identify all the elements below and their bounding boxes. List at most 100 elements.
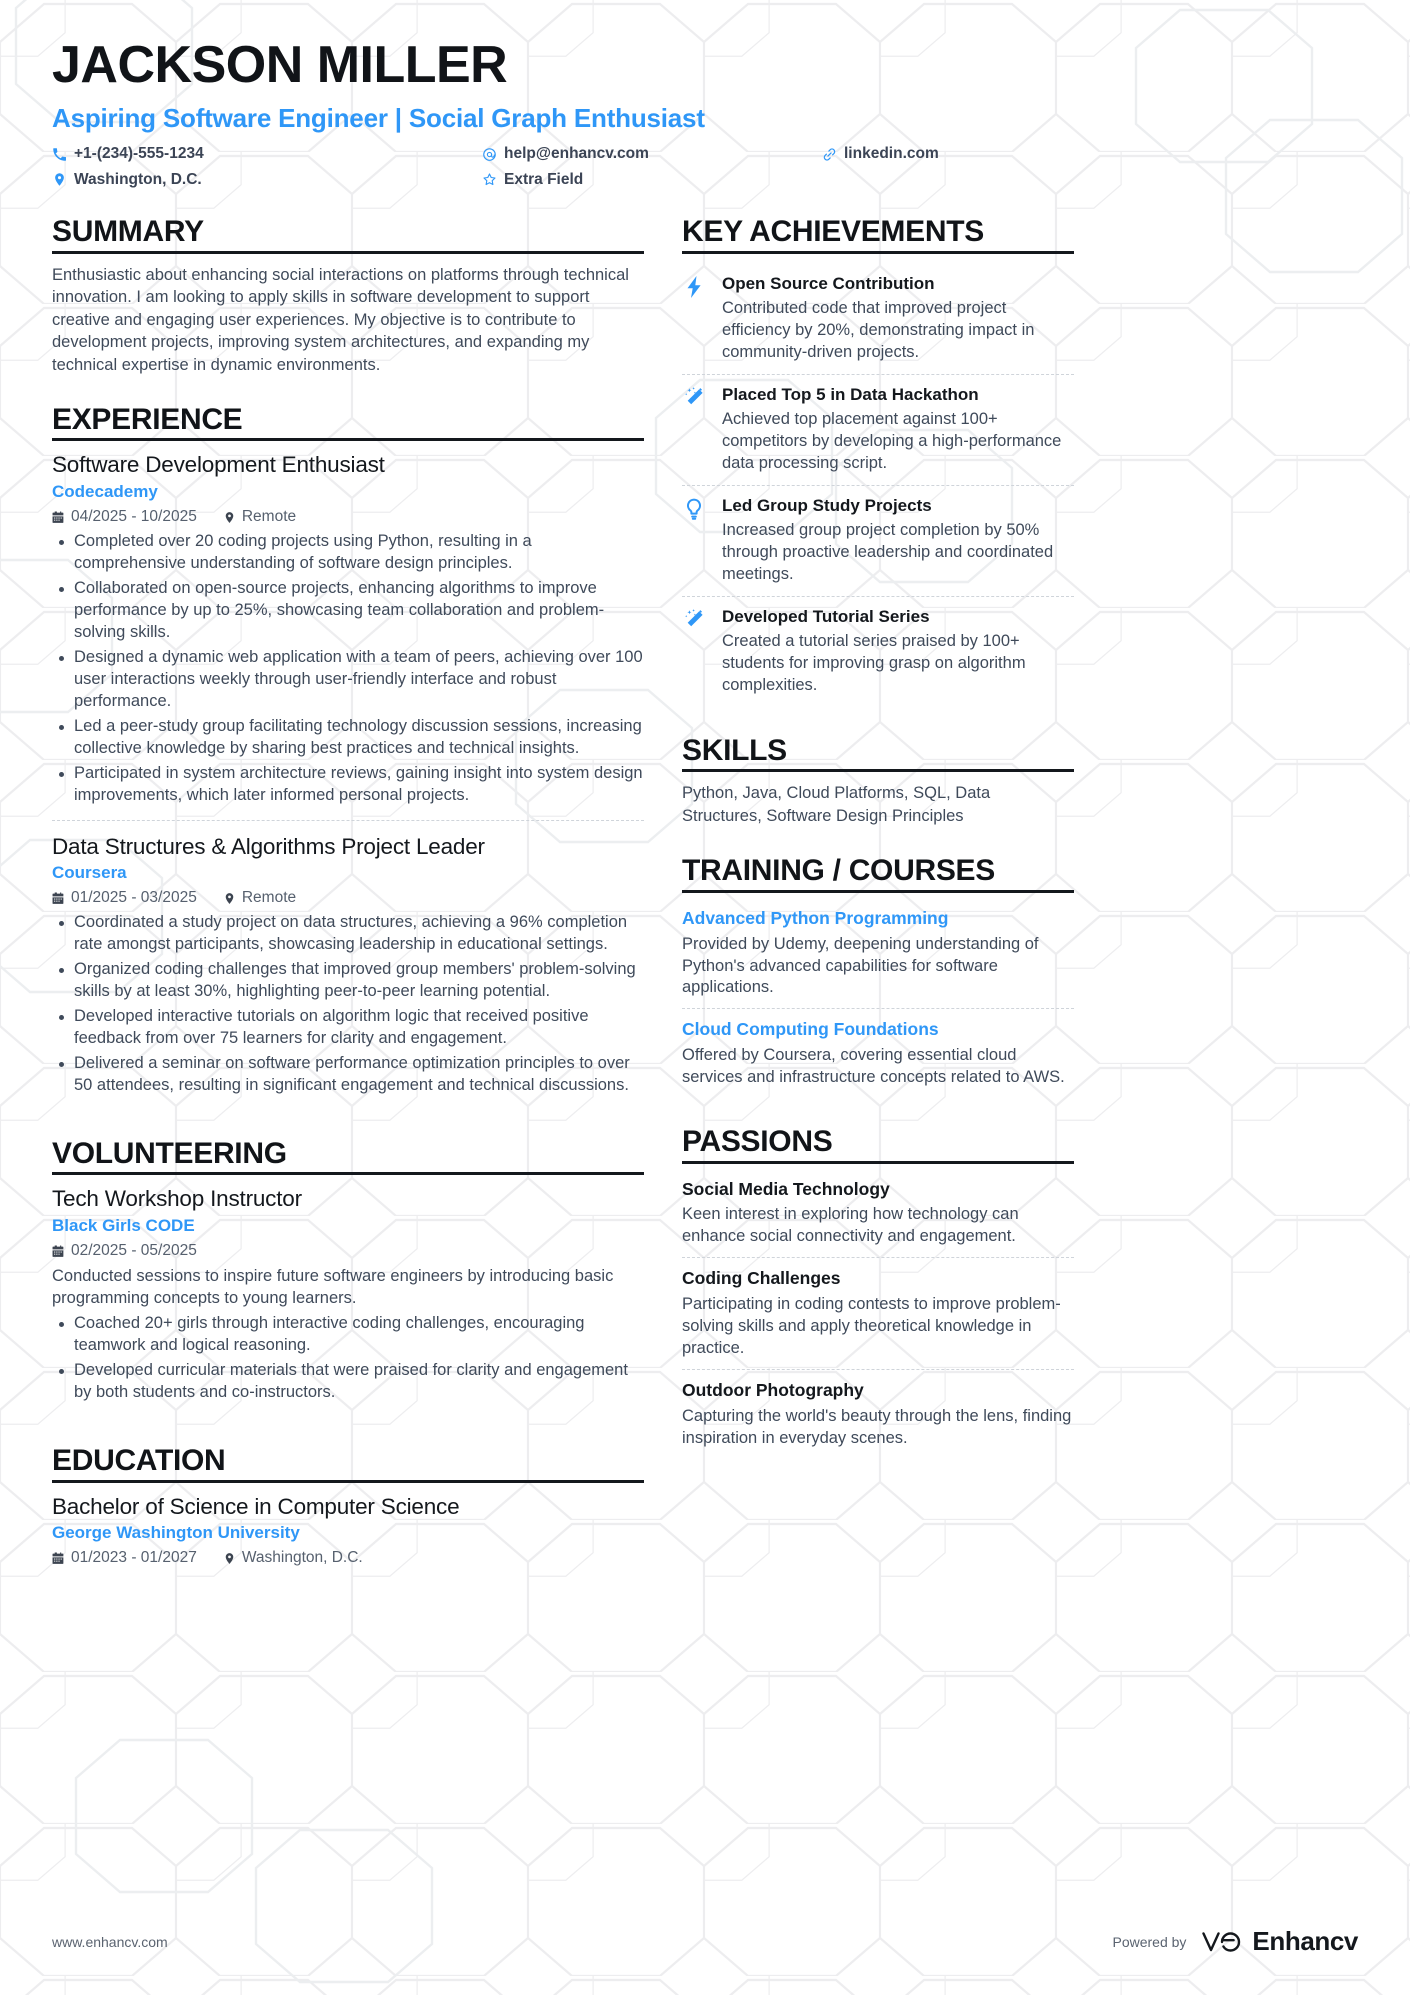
- contact-list: +1-(234)-555-1234 help@enhancv.com linke…: [52, 144, 1358, 191]
- list-item: Organized coding challenges that improve…: [52, 959, 644, 1003]
- section-rule: [682, 250, 1074, 254]
- achievement-item: Developed Tutorial Series Created a tuto…: [682, 596, 1074, 707]
- list-item: Developed curricular materials that were…: [52, 1360, 644, 1404]
- experience-dates-text: 04/2025 - 10/2025: [71, 508, 197, 526]
- list-item: Delivered a seminar on software performa…: [52, 1053, 644, 1097]
- resume-page: JACKSON MILLER Aspiring Software Enginee…: [0, 0, 1410, 1995]
- experience-location-text: Remote: [241, 508, 297, 526]
- contact-phone[interactable]: +1-(234)-555-1234: [52, 144, 482, 165]
- volunteering-dates-text: 02/2025 - 05/2025: [71, 1242, 197, 1260]
- enhancv-logo[interactable]: Enhancv: [1198, 1926, 1358, 1957]
- experience-location-text: Remote: [241, 889, 297, 907]
- passion-item: Coding Challenges Participating in codin…: [682, 1257, 1074, 1369]
- volunteering-entry: Tech Workshop Instructor Black Girls COD…: [52, 1185, 644, 1417]
- volunteering-dates: 02/2025 - 05/2025: [52, 1242, 197, 1260]
- contact-email[interactable]: help@enhancv.com: [482, 144, 822, 165]
- achievement-description: Contributed code that improved project e…: [722, 299, 1035, 361]
- section-skills: SKILLS Python, Java, Cloud Platforms, SQ…: [682, 733, 1074, 827]
- passion-description: Capturing the world's beauty through the…: [682, 1406, 1072, 1447]
- contact-phone-text: +1-(234)-555-1234: [74, 144, 204, 162]
- section-rule: [52, 438, 644, 442]
- education-location-text: Washington, D.C.: [241, 1549, 363, 1567]
- education-dates: 01/2023 - 01/2027: [52, 1549, 197, 1567]
- passion-item: Social Media Technology Keen interest in…: [682, 1174, 1074, 1258]
- magic-wand-icon: [682, 384, 708, 475]
- section-experience: EXPERIENCE Software Development Enthusia…: [52, 402, 644, 1110]
- phone-icon: [52, 147, 67, 162]
- contact-location[interactable]: Washington, D.C.: [52, 170, 482, 191]
- list-item: Designed a dynamic web application with …: [52, 647, 644, 713]
- training-item: Cloud Computing Foundations Offered by C…: [682, 1008, 1074, 1098]
- section-title-skills: SKILLS: [682, 734, 787, 768]
- contact-link[interactable]: linkedin.com: [822, 144, 1358, 165]
- achievement-item: Placed Top 5 in Data Hackathon Achieved …: [682, 373, 1074, 485]
- section-rule: [682, 769, 1074, 773]
- list-item: Coached 20+ girls through interactive co…: [52, 1313, 644, 1357]
- list-item: Led a peer-study group facilitating tech…: [52, 716, 644, 760]
- education-location: Washington, D.C.: [223, 1549, 363, 1567]
- section-title-experience: EXPERIENCE: [52, 403, 243, 437]
- training-title[interactable]: Cloud Computing Foundations: [682, 1019, 1074, 1041]
- experience-bullets: Coordinated a study project on data stru…: [52, 912, 644, 1097]
- experience-dates: 04/2025 - 10/2025: [52, 508, 197, 526]
- footer-url[interactable]: www.enhancv.com: [52, 1934, 168, 1950]
- passion-title: Social Media Technology: [682, 1178, 890, 1199]
- link-icon: [822, 147, 837, 162]
- section-education: EDUCATION Bachelor of Science in Compute…: [52, 1443, 644, 1582]
- volunteering-role: Tech Workshop Instructor: [52, 1186, 302, 1212]
- section-summary: SUMMARY Enthusiastic about enhancing soc…: [52, 214, 644, 376]
- achievement-item: Open Source Contribution Contributed cod…: [682, 264, 1074, 374]
- achievement-item: Led Group Study Projects Increased group…: [682, 484, 1074, 596]
- education-entry: Bachelor of Science in Computer Science …: [52, 1493, 644, 1583]
- experience-org[interactable]: Codecademy: [52, 482, 644, 502]
- section-rule: [52, 1172, 644, 1176]
- experience-meta: 01/2025 - 03/2025 Remote: [52, 889, 644, 907]
- achievement-title: Led Group Study Projects: [722, 495, 932, 515]
- resume-columns: SUMMARY Enthusiastic about enhancing soc…: [52, 214, 1358, 1588]
- location-pin-icon: [223, 1552, 236, 1565]
- section-title-passions: PASSIONS: [682, 1125, 833, 1159]
- enhancv-wordmark: Enhancv: [1252, 1926, 1358, 1956]
- section-training-courses: TRAINING / COURSES Advanced Python Progr…: [682, 853, 1074, 1098]
- experience-location: Remote: [223, 508, 296, 526]
- section-rule: [52, 250, 644, 254]
- experience-meta: 04/2025 - 10/2025 Remote: [52, 508, 644, 526]
- section-title-education: EDUCATION: [52, 1444, 226, 1478]
- experience-dates: 01/2025 - 03/2025: [52, 889, 197, 907]
- page-footer: www.enhancv.com Powered by Enhancv: [0, 1926, 1410, 1957]
- calendar-icon: [52, 1245, 65, 1258]
- volunteering-description: Conducted sessions to inspire future sof…: [52, 1267, 614, 1308]
- lightning-bolt-icon: [682, 273, 708, 364]
- section-volunteering: VOLUNTEERING Tech Workshop Instructor Bl…: [52, 1136, 644, 1417]
- contact-extra-field[interactable]: Extra Field: [482, 170, 822, 191]
- right-column: KEY ACHIEVEMENTS Open Source Contributio…: [682, 214, 1074, 1464]
- achievement-title: Open Source Contribution: [722, 273, 935, 293]
- resume-header: JACKSON MILLER Aspiring Software Enginee…: [52, 38, 1358, 190]
- experience-entry: Software Development Enthusiast Codecade…: [52, 451, 644, 819]
- education-school[interactable]: George Washington University: [52, 1523, 644, 1543]
- experience-org[interactable]: Coursera: [52, 863, 644, 883]
- left-column: SUMMARY Enthusiastic about enhancing soc…: [52, 214, 644, 1588]
- summary-text: Enthusiastic about enhancing social inte…: [52, 265, 629, 374]
- contact-location-text: Washington, D.C.: [74, 170, 202, 188]
- section-title-volunteering: VOLUNTEERING: [52, 1136, 287, 1170]
- achievement-title: Developed Tutorial Series: [722, 607, 930, 627]
- achievement-description: Created a tutorial series praised by 100…: [722, 632, 1026, 695]
- experience-bullets: Completed over 20 coding projects using …: [52, 531, 644, 806]
- section-title-training-courses: TRAINING / COURSES: [682, 854, 995, 888]
- magic-wand-icon: [682, 606, 708, 697]
- volunteering-bullets: Coached 20+ girls through interactive co…: [52, 1313, 644, 1404]
- lightbulb-icon: [682, 495, 708, 586]
- experience-role: Software Development Enthusiast: [52, 452, 385, 478]
- contact-link-text: linkedin.com: [844, 144, 939, 162]
- training-title[interactable]: Advanced Python Programming: [682, 908, 1074, 930]
- education-dates-text: 01/2023 - 01/2027: [71, 1549, 197, 1567]
- contact-extra-field-text: Extra Field: [504, 170, 584, 188]
- section-rule: [52, 1479, 644, 1483]
- resume-content: JACKSON MILLER Aspiring Software Enginee…: [0, 0, 1410, 1588]
- achievement-description: Increased group project completion by 50…: [722, 521, 1054, 584]
- volunteering-org[interactable]: Black Girls CODE: [52, 1216, 644, 1236]
- enhancv-mark-icon: [1198, 1927, 1244, 1957]
- experience-location: Remote: [223, 889, 296, 907]
- section-passions: PASSIONS Social Media Technology Keen in…: [682, 1124, 1074, 1459]
